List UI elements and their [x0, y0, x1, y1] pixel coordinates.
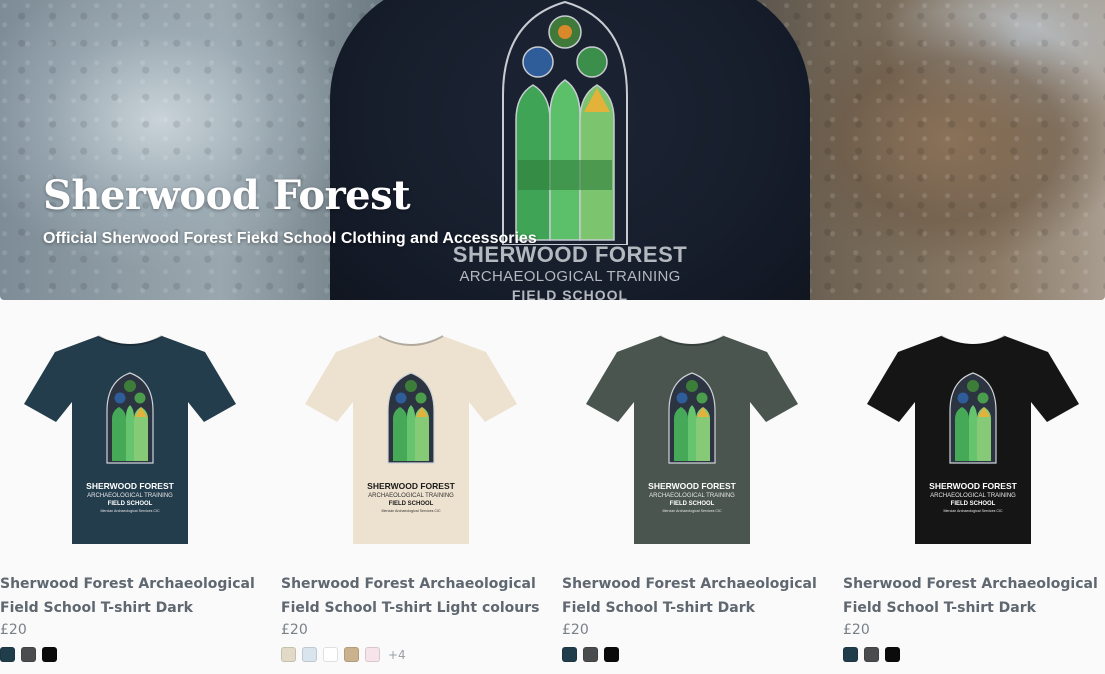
- shirt-print-line2: ARCHAEOLOGICAL TRAINING: [649, 493, 735, 499]
- product-title-line1[interactable]: Sherwood Forest Archaeological: [843, 572, 1103, 596]
- shirt-print-line1: SHERWOOD FOREST: [929, 481, 1017, 491]
- color-swatch[interactable]: [0, 647, 15, 662]
- product-title-line2[interactable]: Field School T-shirt Dark: [0, 596, 260, 620]
- shirt-print-line4: Mercian Archaeological Services CIC: [943, 509, 1003, 513]
- product-price: £20: [562, 622, 589, 638]
- product-title[interactable]: Sherwood Forest Archaeological Field Sch…: [843, 572, 1103, 620]
- color-swatch[interactable]: [604, 647, 619, 662]
- product-price: £20: [281, 622, 308, 638]
- product-title-line2[interactable]: Field School T-shirt Dark: [843, 596, 1103, 620]
- stained-glass-print: [949, 372, 997, 464]
- product-price: £20: [0, 622, 27, 638]
- stained-glass-window-print: [502, 0, 628, 245]
- collection-title: Sherwood Forest: [43, 172, 411, 219]
- product-grid: SHERWOOD FOREST ARCHAEOLOGICAL TRAINING FI…: [0, 300, 1105, 674]
- sweater-print-text: SHERWOOD FOREST ARCHAEOLOGICAL TRAINING …: [420, 244, 720, 301]
- sweater-print-line3: FIELD SCHOOL: [511, 287, 629, 300]
- product-card[interactable]: SHERWOOD FOREST ARCHAEOLOGICAL TRAINING FI…: [843, 300, 1103, 674]
- product-image[interactable]: SHERWOOD FOREST ARCHAEOLOGICAL TRAINING FI…: [843, 318, 1103, 554]
- color-swatch[interactable]: [843, 647, 858, 662]
- product-price: £20: [843, 622, 870, 638]
- stained-glass-print: [387, 372, 435, 464]
- shirt-print-line4: Mercian Archaeological Services CIC: [100, 509, 160, 513]
- product-title[interactable]: Sherwood Forest Archaeological Field Sch…: [562, 572, 822, 620]
- product-card[interactable]: SHERWOOD FOREST ARCHAEOLOGICAL TRAINING FI…: [562, 300, 822, 674]
- product-card[interactable]: SHERWOOD FOREST ARCHAEOLOGICAL TRAINING FI…: [281, 300, 541, 674]
- color-swatch[interactable]: [583, 647, 598, 662]
- collection-subtitle: Official Sherwood Forest Fiekd School Cl…: [43, 230, 537, 247]
- shirt-print-line2: ARCHAEOLOGICAL TRAINING: [930, 493, 1016, 499]
- product-title-line1[interactable]: Sherwood Forest Archaeological: [562, 572, 822, 596]
- shirt-print-line1: SHERWOOD FOREST: [86, 481, 174, 491]
- shirt-print-line1: SHERWOOD FOREST: [648, 481, 736, 491]
- shirt-print-line3: FIELD SCHOOL: [389, 501, 434, 507]
- product-image[interactable]: SHERWOOD FOREST ARCHAEOLOGICAL TRAINING FI…: [562, 318, 822, 554]
- product-title-line2[interactable]: Field School T-shirt Dark: [562, 596, 822, 620]
- product-title-line1[interactable]: Sherwood Forest Archaeological: [281, 572, 541, 596]
- color-swatches: +4: [281, 647, 406, 662]
- shirt-print-line2: ARCHAEOLOGICAL TRAINING: [87, 493, 173, 499]
- shirt-print-line3: FIELD SCHOOL: [951, 501, 996, 507]
- shirt-print-line3: FIELD SCHOOL: [670, 501, 715, 507]
- product-title-line1[interactable]: Sherwood Forest Archaeological: [0, 572, 260, 596]
- color-swatch[interactable]: [302, 647, 317, 662]
- product-title[interactable]: Sherwood Forest Archaeological Field Sch…: [0, 572, 260, 620]
- color-swatch[interactable]: [344, 647, 359, 662]
- color-swatches: [843, 647, 900, 662]
- color-swatches: [0, 647, 57, 662]
- color-swatches: [562, 647, 619, 662]
- shirt-print-line2: ARCHAEOLOGICAL TRAINING: [368, 493, 454, 499]
- stained-glass-print: [668, 372, 716, 464]
- product-image[interactable]: SHERWOOD FOREST ARCHAEOLOGICAL TRAINING FI…: [281, 318, 541, 554]
- color-swatch[interactable]: [323, 647, 338, 662]
- color-swatch[interactable]: [42, 647, 57, 662]
- stained-glass-print: [106, 372, 154, 464]
- shirt-print-line1: SHERWOOD FOREST: [367, 481, 455, 491]
- color-swatch[interactable]: [885, 647, 900, 662]
- shirt-print-line3: FIELD SCHOOL: [108, 501, 153, 507]
- color-swatch[interactable]: [864, 647, 879, 662]
- color-swatch[interactable]: [281, 647, 296, 662]
- product-image[interactable]: SHERWOOD FOREST ARCHAEOLOGICAL TRAINING FI…: [0, 318, 260, 554]
- product-card[interactable]: SHERWOOD FOREST ARCHAEOLOGICAL TRAINING FI…: [0, 300, 260, 674]
- color-swatch[interactable]: [365, 647, 380, 662]
- collection-hero-banner: SHERWOOD FOREST ARCHAEOLOGICAL TRAINING …: [0, 0, 1105, 300]
- product-title[interactable]: Sherwood Forest Archaeological Field Sch…: [281, 572, 541, 620]
- more-colors-count[interactable]: +4: [388, 648, 406, 662]
- shirt-print-line4: Mercian Archaeological Services CIC: [662, 509, 722, 513]
- product-title-line2[interactable]: Field School T-shirt Light colours: [281, 596, 541, 620]
- color-swatch[interactable]: [562, 647, 577, 662]
- sweater-print-line2: ARCHAEOLOGICAL TRAINING: [459, 268, 681, 285]
- shirt-print-line4: Mercian Archaeological Services CIC: [381, 509, 441, 513]
- color-swatch[interactable]: [21, 647, 36, 662]
